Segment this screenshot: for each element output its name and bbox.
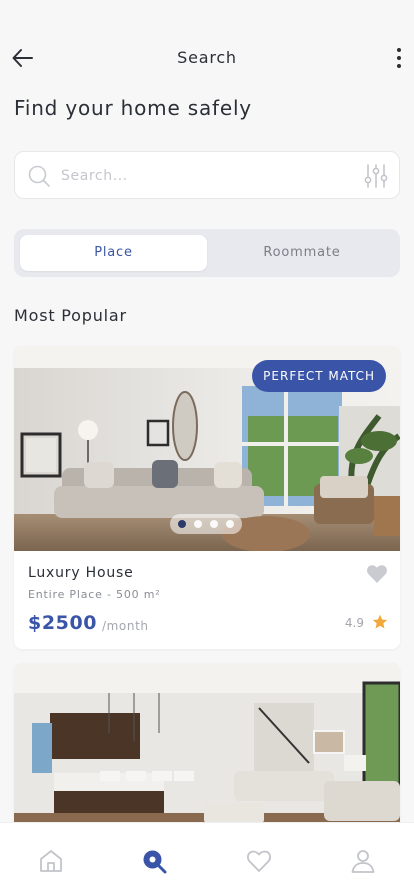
more-vertical-icon	[397, 48, 401, 68]
carousel-dot[interactable]	[210, 520, 218, 528]
page-title: Search	[177, 48, 237, 67]
listing-price: $2500	[28, 612, 98, 634]
heart-icon	[367, 565, 387, 583]
tab-place[interactable]: Place	[20, 235, 207, 271]
listing-details: Entire Place - 500 m²	[28, 588, 161, 601]
search-icon	[143, 850, 167, 874]
heart-icon	[247, 850, 271, 873]
favorite-button[interactable]	[366, 564, 388, 584]
listing-name: Luxury House	[28, 565, 134, 581]
search-icon	[28, 165, 50, 187]
page-heading: Find your home safely	[14, 96, 252, 120]
place-roommate-toggle: Place Roommate	[14, 229, 400, 277]
search-input[interactable]	[61, 162, 351, 190]
listing-rating: 4.9	[344, 616, 364, 630]
tab-home[interactable]	[37, 847, 65, 875]
top-bar: Search	[0, 40, 414, 76]
tab-search[interactable]	[140, 847, 168, 875]
price-period: /month	[102, 619, 149, 633]
carousel-indicator	[170, 514, 242, 534]
carousel-dot[interactable]	[194, 520, 202, 528]
perfect-match-badge: PERFECT MATCH	[252, 360, 386, 392]
filter-button[interactable]	[363, 162, 389, 190]
home-icon	[40, 850, 62, 872]
listing-photo[interactable]: PERFECT MATCH	[14, 346, 400, 551]
tab-favorites[interactable]	[245, 847, 273, 875]
section-title: Most Popular	[14, 306, 127, 325]
bottom-tab-bar	[0, 822, 414, 896]
tab-roommate[interactable]: Roommate	[210, 235, 394, 271]
star-icon	[372, 614, 388, 629]
sliders-icon	[364, 164, 388, 188]
search-bar[interactable]	[14, 151, 400, 199]
tab-profile[interactable]	[349, 847, 377, 875]
carousel-dot[interactable]	[226, 520, 234, 528]
more-button[interactable]	[392, 44, 406, 72]
carousel-dot[interactable]	[178, 520, 186, 528]
listing-card[interactable]: PERFECT MATCH Luxury House Entire Place …	[14, 346, 400, 649]
user-icon	[351, 850, 375, 873]
